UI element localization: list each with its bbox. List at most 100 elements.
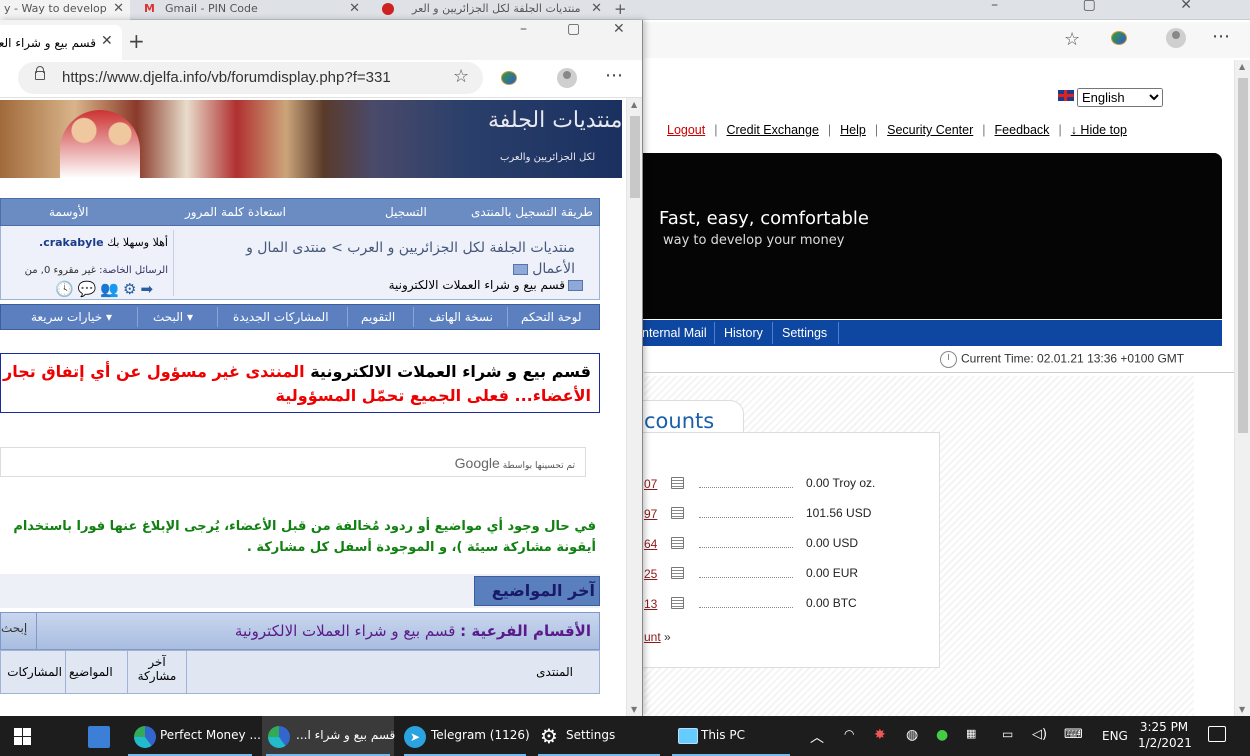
close-icon[interactable]: ✕: [349, 0, 360, 18]
vpn-icon[interactable]: ●: [936, 727, 948, 743]
start-button[interactable]: [0, 716, 48, 756]
notification-icon[interactable]: [1208, 726, 1226, 742]
chevron-up-icon[interactable]: ︿: [810, 727, 824, 747]
extension-icon[interactable]: [1111, 31, 1127, 45]
profile-icon[interactable]: [557, 68, 577, 88]
edge-icon: [268, 726, 290, 748]
nav-registration-guide[interactable]: طريقة التسجيل بالمنتدى: [471, 205, 593, 219]
network-icon[interactable]: ◍: [906, 727, 918, 743]
maximize-icon[interactable]: ▢: [567, 21, 580, 37]
nav-internal-mail[interactable]: nternal Mail: [642, 326, 707, 340]
taskbar-item-perfect-money[interactable]: Perfect Money ...: [124, 716, 261, 756]
scroll-down-icon[interactable]: ▼: [1239, 705, 1245, 714]
close-icon[interactable]: ✕: [591, 0, 602, 18]
search-forum-button[interactable]: إبحث: [1, 613, 37, 649]
subforums-value[interactable]: قسم بيع و شراء العملات الالكترونية: [235, 622, 455, 640]
scrollbar[interactable]: ▲ ▼: [1234, 60, 1250, 716]
clock[interactable]: 3:25 PM 1/2/2021: [1138, 719, 1192, 751]
app-tray-icon[interactable]: ✸: [874, 727, 886, 743]
dotted-leader: [699, 577, 793, 578]
nav-calendar[interactable]: التقويم: [361, 310, 395, 324]
new-tab-button[interactable]: +: [614, 0, 627, 18]
tab-djelfa[interactable]: منتديات الجلفة لكل الجزائريين و العر ✕: [370, 0, 608, 20]
language-select[interactable]: English: [1077, 88, 1163, 107]
open-account-link[interactable]: unt »: [644, 630, 671, 644]
tab-perfect-money[interactable]: y - Way to develop ✕: [0, 0, 130, 20]
windows-defender-icon[interactable]: ▦: [966, 727, 976, 740]
battery-icon[interactable]: ▭: [1002, 727, 1013, 741]
nav-quick-options[interactable]: خيارات سريعة ▾: [31, 310, 112, 324]
scroll-up-icon[interactable]: ▲: [631, 100, 637, 109]
menu-icon[interactable]: ⋯: [605, 65, 623, 86]
volume-icon[interactable]: ◁): [1032, 727, 1047, 742]
window-controls[interactable]: – ▢ ✕: [991, 0, 1232, 13]
credit-exchange-link[interactable]: Credit Exchange: [726, 123, 818, 137]
taskbar-item-djelfa[interactable]: قسم بيع و شراء ا...: [262, 716, 395, 756]
scrollbar[interactable]: ▲ ▼: [626, 98, 642, 716]
dotted-leader: [699, 517, 793, 518]
taskbar-item-this-pc[interactable]: This PC: [668, 716, 794, 756]
forum-logo[interactable]: منتديات الجلفة: [488, 108, 622, 133]
star-icon[interactable]: ☆: [1064, 29, 1080, 50]
nav-recover-password[interactable]: استعادة كلمة المرور: [185, 205, 286, 219]
taskbar-item-settings[interactable]: ⚙ Settings: [534, 716, 664, 756]
nav-new-posts[interactable]: المشاركات الجديدة: [233, 310, 329, 324]
private-messages[interactable]: الرسائل الخاصة: غير مقروء 0, من: [25, 265, 168, 276]
scrollbar-thumb[interactable]: [1238, 78, 1248, 433]
task-view-button[interactable]: [78, 716, 118, 756]
account-number[interactable]: 64: [644, 537, 657, 551]
nav-medals[interactable]: الأوسمة: [49, 205, 88, 219]
account-number[interactable]: 13: [644, 597, 657, 611]
close-icon[interactable]: ✕: [113, 0, 124, 18]
nav-mobile[interactable]: نسخة الهاتف: [429, 310, 493, 324]
banner: Fast, easy, comfortable way to develop y…: [642, 153, 1222, 319]
tab-label: y - Way to develop: [4, 2, 107, 15]
account-number[interactable]: 97: [644, 507, 657, 521]
scrollbar-thumb[interactable]: [630, 116, 640, 198]
tab-gmail[interactable]: M Gmail - PIN Code ✕: [134, 0, 366, 20]
minimize-icon[interactable]: –: [520, 21, 527, 37]
security-center-link[interactable]: Security Center: [887, 123, 973, 137]
history-doc-icon[interactable]: [671, 507, 684, 519]
scroll-down-icon[interactable]: ▼: [631, 705, 637, 714]
extension-icon[interactable]: [501, 71, 517, 85]
feedback-link[interactable]: Feedback: [995, 123, 1050, 137]
nav-divider: [413, 307, 414, 327]
username-link[interactable]: crakabyle.: [39, 236, 104, 249]
account-number[interactable]: 07: [644, 477, 657, 491]
keyboard-icon[interactable]: ⌨: [1064, 727, 1083, 742]
logout-link[interactable]: Logout: [667, 123, 705, 137]
taskbar-item-telegram[interactable]: ➤ Telegram (1126): [400, 716, 530, 756]
address-bar[interactable]: https://www.djelfa.info/vb/forumdisplay.…: [18, 62, 483, 94]
scroll-up-icon[interactable]: ▲: [1239, 62, 1245, 71]
header-photo: [60, 110, 140, 178]
account-number[interactable]: 25: [644, 567, 657, 581]
nav-settings[interactable]: Settings: [782, 326, 827, 340]
nav-history[interactable]: History: [724, 326, 763, 340]
tab-djelfa-forum[interactable]: قسم بيع و شراء العم ✕: [0, 25, 122, 60]
star-icon[interactable]: ☆: [453, 66, 469, 87]
hide-top-link[interactable]: ↓ Hide top: [1071, 123, 1127, 137]
history-doc-icon[interactable]: [671, 597, 684, 609]
language-indicator[interactable]: ENG: [1102, 729, 1128, 743]
history-doc-icon[interactable]: [671, 567, 684, 579]
nav-control-panel[interactable]: لوحة التحكم: [521, 310, 582, 324]
close-window-icon[interactable]: ✕: [613, 21, 625, 37]
latest-topics-tab[interactable]: آخر المواضيع: [474, 576, 600, 606]
user-action-icons[interactable]: 🕓💬👥⚙➡: [55, 280, 157, 298]
url-text[interactable]: https://www.djelfa.info/vb/forumdisplay.…: [62, 69, 391, 86]
new-tab-button[interactable]: +: [128, 29, 145, 53]
clock-time: 3:25 PM: [1139, 720, 1189, 734]
clock-date: 1/2/2021: [1138, 736, 1192, 750]
history-doc-icon[interactable]: [671, 477, 684, 489]
profile-icon[interactable]: [1166, 28, 1186, 48]
history-doc-icon[interactable]: [671, 537, 684, 549]
menu-icon[interactable]: ⋯: [1212, 26, 1230, 47]
close-icon[interactable]: ✕: [101, 33, 113, 49]
google-search-box[interactable]: تم تحسينها بواسطة Google: [0, 447, 586, 477]
nav-search[interactable]: البحث ▾: [153, 310, 193, 324]
nav-register[interactable]: التسجيل: [385, 205, 427, 219]
lock-icon[interactable]: [35, 66, 45, 80]
help-link[interactable]: Help: [840, 123, 866, 137]
wifi-icon[interactable]: ◠: [844, 727, 854, 741]
